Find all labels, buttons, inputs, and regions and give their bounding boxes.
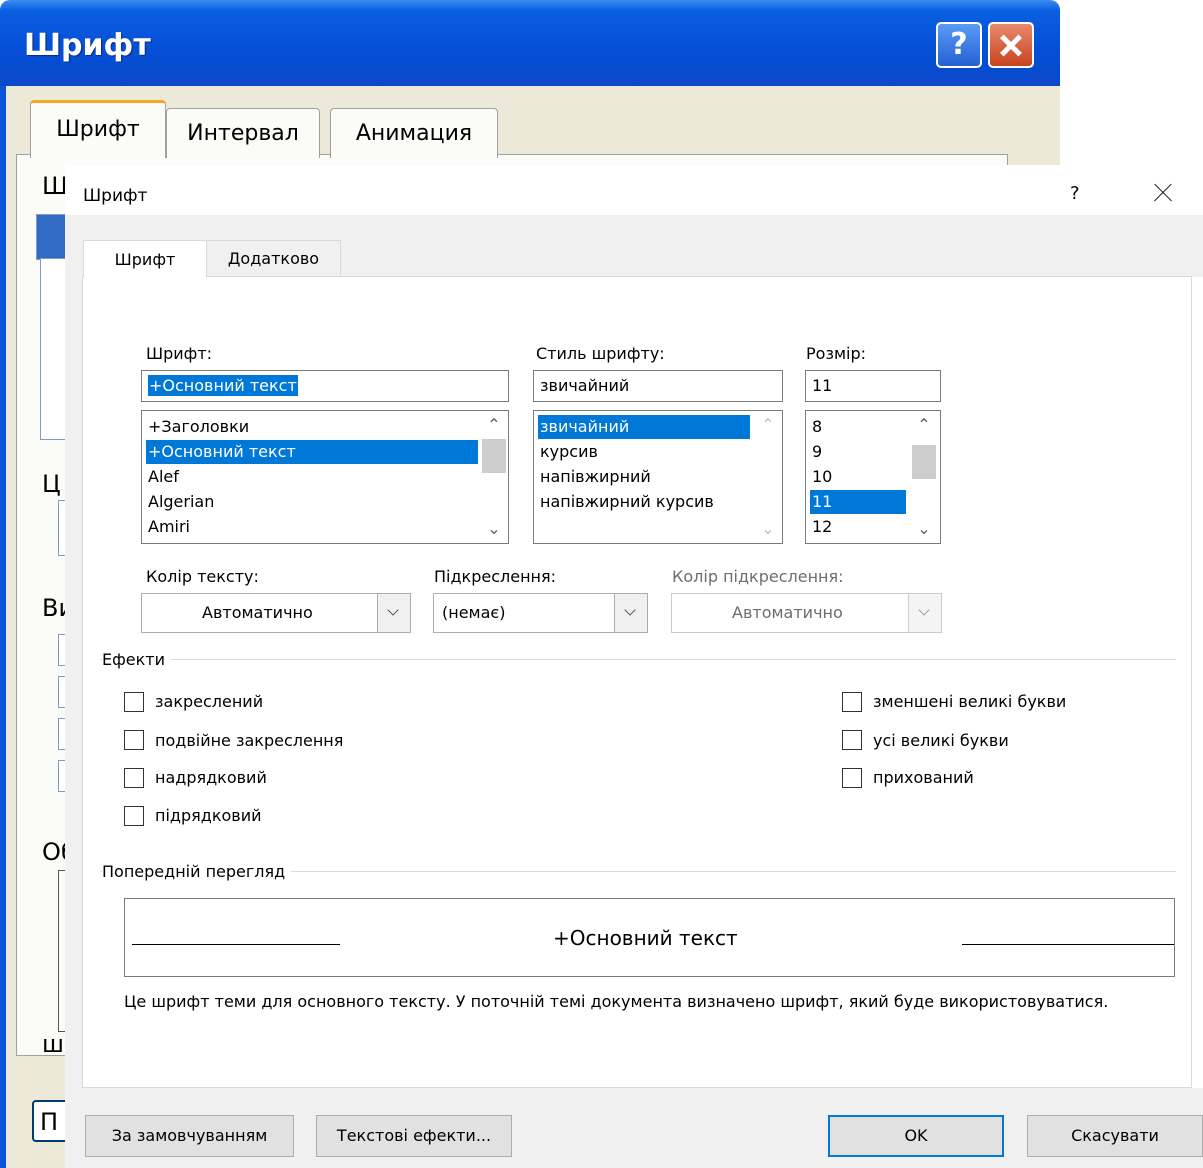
ok-button[interactable]: OK [828, 1115, 1004, 1157]
preview-baseline-right [962, 944, 1174, 945]
back-partial-label: Ц [42, 470, 61, 498]
underline-color-label: Колір підкреслення: [672, 567, 844, 586]
superscript-checkbox[interactable] [124, 768, 144, 788]
text-effects-button[interactable]: Текстові ефекти... [316, 1115, 512, 1157]
font-list-scrollbar[interactable]: ⌃ ⌄ [480, 411, 508, 543]
preview-description: Це шрифт теми для основного тексту. У по… [124, 992, 1109, 1011]
preview-title: Попередній перегляд [102, 862, 292, 881]
underline-color-value: Автоматично [732, 603, 843, 622]
size-list[interactable]: ⌃ ⌄ 8 9 10 11 12 [805, 410, 941, 544]
back-partial-label: ш [42, 1030, 64, 1058]
font-list-item[interactable]: Algerian [146, 490, 478, 514]
font-label: Шрифт: [146, 344, 213, 363]
back-font-list[interactable] [40, 258, 65, 440]
style-input[interactable]: звичайний [533, 370, 783, 402]
effects-title: Ефекти [102, 650, 172, 669]
back-font-input[interactable] [36, 214, 66, 260]
font-input-value: +Основний текст [148, 375, 298, 396]
tab-font-label: Шрифт [114, 250, 176, 269]
size-list-item[interactable]: 8 [810, 415, 906, 439]
style-list-item[interactable]: напівжирний [538, 465, 750, 489]
all-caps-checkbox[interactable] [842, 730, 862, 750]
all-caps-label: усі великі букви [873, 731, 1009, 750]
scroll-up-icon: ⌃ [761, 415, 775, 434]
scroll-up-icon[interactable]: ⌃ [480, 413, 508, 437]
font-input[interactable]: +Основний текст [141, 370, 509, 402]
size-list-scrollbar[interactable]: ⌃ ⌄ [910, 411, 940, 543]
font-list-item[interactable]: Alef [146, 465, 478, 489]
double-strikethrough-checkbox[interactable] [124, 730, 144, 750]
font-list-item[interactable]: +Основний текст [146, 440, 478, 464]
size-list-item[interactable]: 10 [810, 465, 906, 489]
font-list-item[interactable]: +Заголовки [146, 415, 478, 439]
back-close-button[interactable] [988, 22, 1034, 68]
dialog-title: Шрифт [83, 186, 148, 206]
back-partial-label: Ш [42, 172, 68, 200]
tab-advanced[interactable]: Додатково [207, 240, 341, 276]
style-list-scrollbar: ⌃ ⌄ [754, 411, 782, 543]
back-tab-interval[interactable]: Интервал [166, 108, 320, 158]
preview-baseline-left [132, 944, 340, 945]
underline-color-combo: Автоматично [671, 593, 942, 633]
back-dialog-titlebar [0, 0, 1060, 86]
underline-value: (немає) [442, 603, 506, 622]
size-list-item[interactable]: 9 [810, 440, 906, 464]
font-list[interactable]: ⌃ ⌄ +Заголовки +Основний текст Alef Algeria… [141, 410, 509, 544]
small-caps-checkbox[interactable] [842, 692, 862, 712]
close-icon[interactable] [1150, 180, 1176, 206]
strikethrough-label: закреслений [155, 692, 264, 711]
preview-sample: +Основний текст [553, 926, 738, 950]
text-color-combo[interactable]: Автоматично [141, 593, 411, 633]
text-color-label: Колір тексту: [146, 567, 259, 586]
help-button[interactable]: ? [1070, 183, 1080, 204]
size-list-item[interactable]: 12 [810, 515, 906, 539]
subscript-label: підрядковий [155, 806, 262, 825]
scroll-thumb[interactable] [482, 439, 506, 473]
style-label: Стиль шрифту: [536, 344, 665, 363]
size-list-item[interactable]: 11 [810, 490, 906, 514]
back-dialog-title: Шрифт [24, 28, 151, 63]
superscript-label: надрядковий [155, 768, 267, 787]
small-caps-label: зменшені великі букви [873, 692, 1067, 711]
chevron-down-icon[interactable] [614, 594, 647, 632]
dialog-margin [65, 215, 82, 1168]
set-default-button[interactable]: За замовчуванням [85, 1115, 294, 1157]
scroll-down-icon[interactable]: ⌄ [480, 517, 508, 541]
effects-divider [100, 659, 1176, 660]
chevron-down-icon[interactable] [377, 594, 410, 632]
style-list[interactable]: ⌃ ⌄ звичайний курсив напівжирний напівжирни… [533, 410, 783, 544]
cancel-button[interactable]: Скасувати [1027, 1115, 1203, 1157]
back-help-button[interactable]: ? [936, 22, 982, 68]
text-color-value: Автоматично [202, 603, 313, 622]
chevron-down-icon [908, 594, 941, 632]
tab-advanced-label: Додатково [227, 249, 320, 268]
scroll-down-icon: ⌄ [761, 519, 775, 538]
hidden-label: прихований [873, 768, 974, 787]
strikethrough-checkbox[interactable] [124, 692, 144, 712]
hidden-checkbox[interactable] [842, 768, 862, 788]
size-input[interactable]: 11 [805, 370, 941, 402]
style-list-item[interactable]: звичайний [538, 415, 750, 439]
style-list-item[interactable]: напівжирний курсив [538, 490, 750, 514]
scroll-thumb[interactable] [912, 445, 936, 479]
subscript-checkbox[interactable] [124, 806, 144, 826]
size-label: Розмір: [806, 344, 867, 363]
back-tab-font[interactable]: Шрифт [30, 100, 166, 158]
underline-combo[interactable]: (немає) [433, 593, 648, 633]
double-strikethrough-label: подвійне закреслення [155, 731, 344, 750]
scroll-up-icon[interactable]: ⌃ [910, 413, 938, 437]
tab-font[interactable]: Шрифт [83, 240, 207, 278]
back-tab-animation[interactable]: Анимация [330, 108, 498, 158]
style-label-text: Стиль шрифту: [536, 344, 665, 363]
font-list-item[interactable]: Amiri [146, 515, 478, 539]
style-list-item[interactable]: курсив [538, 440, 750, 464]
underline-label: Підкреслення: [434, 567, 557, 586]
scroll-down-icon[interactable]: ⌄ [910, 517, 938, 541]
